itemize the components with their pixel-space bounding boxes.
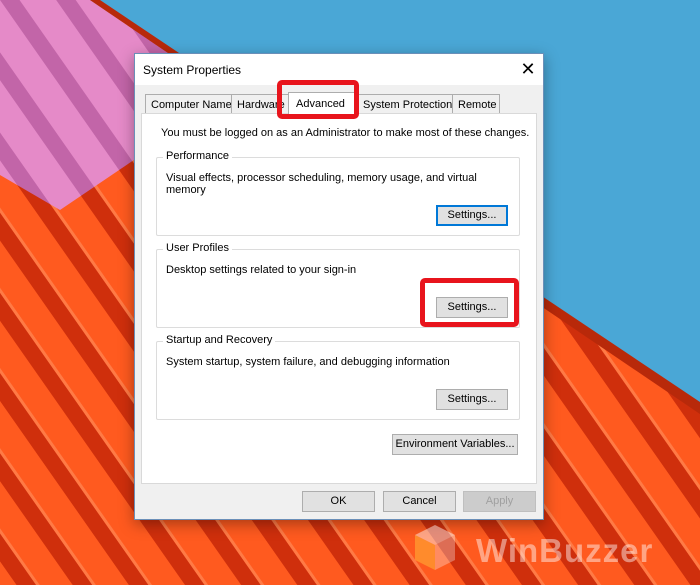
tab-advanced[interactable]: Advanced [288,92,358,114]
user-profiles-group: User Profiles Desktop settings related t… [156,242,520,328]
user-profiles-description: Desktop settings related to your sign-in [166,264,357,276]
system-properties-dialog: System Properties ✕ Computer Name Hardwa… [134,53,544,520]
performance-group: Performance Visual effects, processor sc… [156,150,520,236]
user-profiles-settings-button[interactable]: Settings... [436,297,508,318]
cancel-button[interactable]: Cancel [383,491,456,512]
tab-system-protection[interactable]: System Protection [357,94,453,113]
apply-button[interactable]: Apply [463,491,536,512]
startup-recovery-label: Startup and Recovery [163,334,276,346]
watermark: WinBuzzer [400,520,700,580]
ok-button[interactable]: OK [302,491,375,512]
tab-computer-name[interactable]: Computer Name [145,94,232,113]
winbuzzer-logo-icon [415,525,455,570]
tab-hardware[interactable]: Hardware [231,94,289,113]
dialog-title: System Properties [143,63,242,77]
watermark-text: WinBuzzer [476,532,654,569]
title-bar: System Properties ✕ [135,54,543,85]
performance-label: Performance [163,150,232,162]
admin-notice: You must be logged on as an Administrato… [161,127,530,139]
startup-recovery-settings-button[interactable]: Settings... [436,389,508,410]
environment-variables-button[interactable]: Environment Variables... [392,434,518,455]
performance-description: Visual effects, processor scheduling, me… [166,172,477,196]
tab-remote[interactable]: Remote [452,94,500,113]
advanced-tab-panel: You must be logged on as an Administrato… [141,113,537,484]
close-icon[interactable]: ✕ [513,54,543,85]
startup-recovery-description: System startup, system failure, and debu… [166,356,450,368]
user-profiles-label: User Profiles [163,242,232,254]
performance-settings-button[interactable]: Settings... [436,205,508,226]
startup-recovery-group: Startup and Recovery System startup, sys… [156,334,520,420]
